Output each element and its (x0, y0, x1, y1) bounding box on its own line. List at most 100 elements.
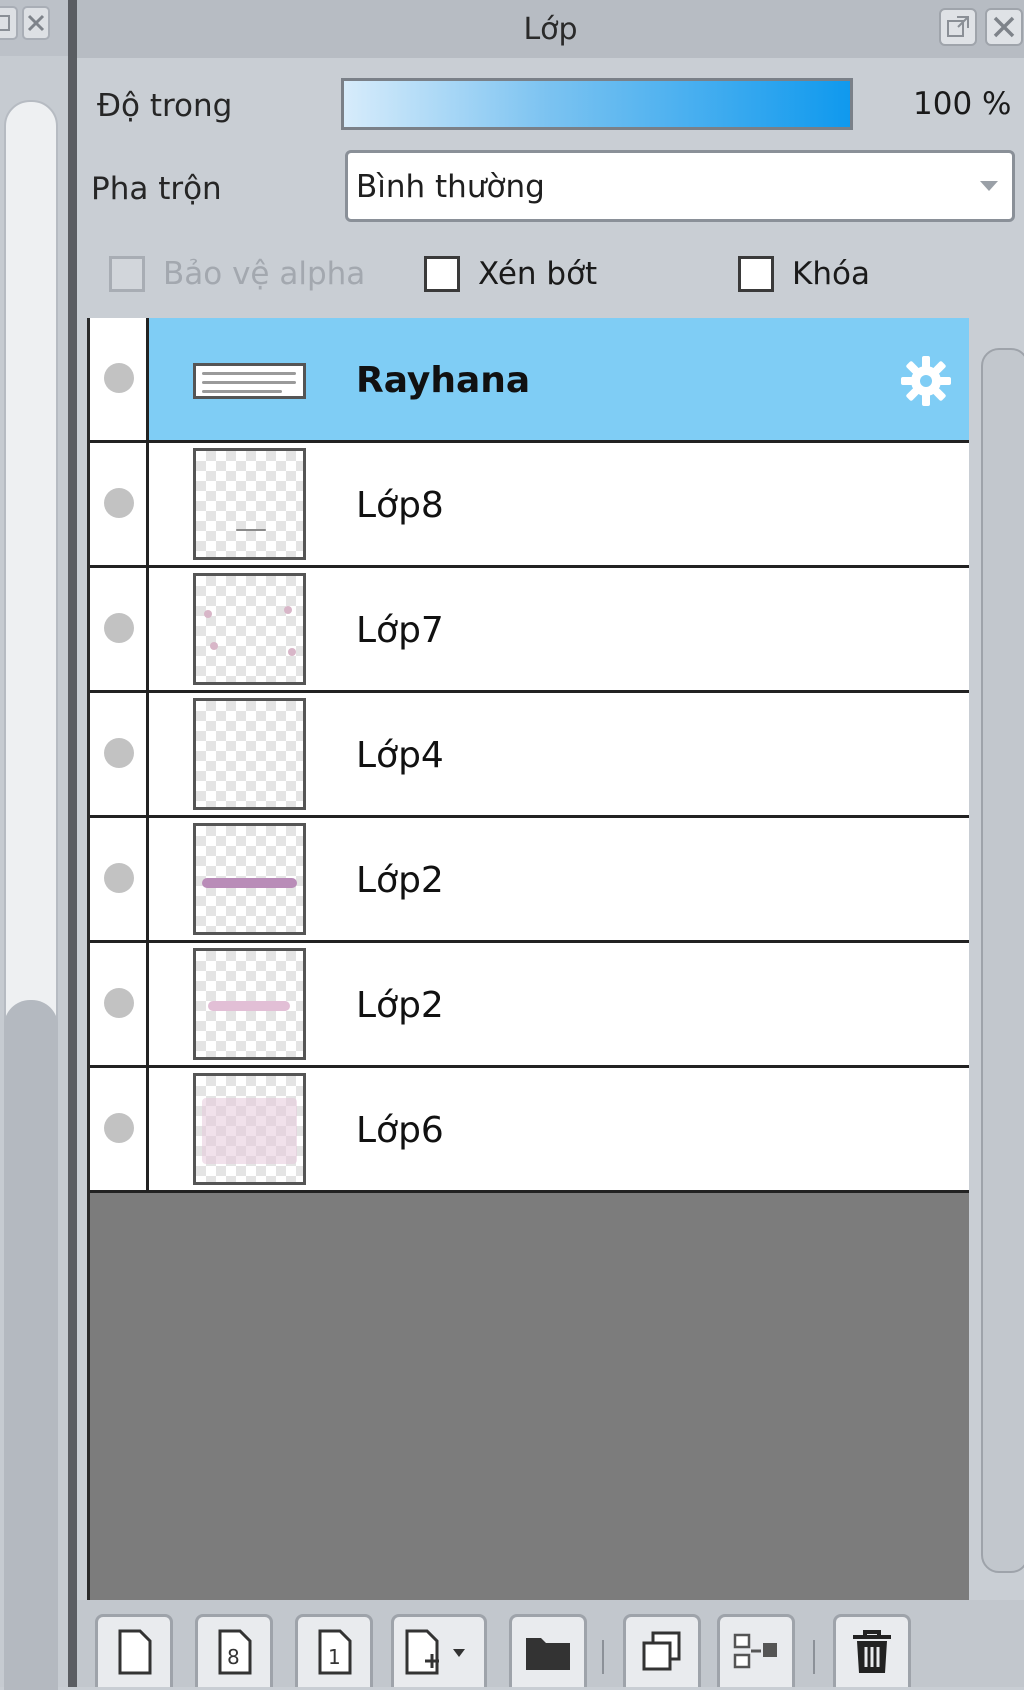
lock-option[interactable]: Khóa (738, 252, 870, 296)
layer-panel-titlebar: Lớp (77, 0, 1024, 58)
chevron-down-icon (980, 181, 998, 191)
new-8bit-layer-button[interactable]: 8 (195, 1614, 273, 1687)
layer-panel: Lớp Độ trong 100 % Pha trộn Bình thường … (77, 0, 1024, 1687)
protect-alpha-label: Bảo vệ alpha (163, 256, 366, 292)
thumbnail-text-stroke (202, 381, 296, 384)
visibility-cell[interactable] (90, 818, 149, 940)
layer-thumbnail (193, 948, 306, 1060)
duplicate-icon (642, 1631, 681, 1671)
blend-mode-label: Pha trộn (91, 171, 222, 207)
new-layer-1bit-icon: 1 (318, 1629, 352, 1675)
layer-name: Rayhana (356, 360, 531, 401)
toolbar-separator (813, 1640, 815, 1674)
new-layer-8bit-icon: 8 (218, 1629, 252, 1675)
layer-list: Rayhana Lớp8 Lớp7 Lớp4 Lớp2 Lớp2 Lớp6 (87, 318, 969, 1600)
scroll-thumb[interactable] (981, 348, 1024, 1573)
visibility-cell[interactable] (90, 443, 149, 565)
layer-name: Lớp4 (356, 735, 444, 776)
visibility-toggle-icon[interactable] (104, 613, 134, 643)
opacity-slider[interactable] (341, 78, 853, 130)
new-folder-button[interactable] (509, 1614, 587, 1687)
new-layer-menu-button[interactable] (391, 1614, 487, 1687)
left-panel-popout-button[interactable] (0, 6, 18, 40)
protect-alpha-checkbox (109, 256, 145, 292)
visibility-toggle-icon[interactable] (104, 488, 134, 518)
visibility-cell[interactable] (90, 693, 149, 815)
protect-alpha-option: Bảo vệ alpha (109, 252, 365, 296)
layer-row[interactable]: Lớp7 (90, 568, 969, 693)
new-page-icon (118, 1629, 152, 1675)
visibility-cell[interactable] (90, 943, 149, 1065)
visibility-toggle-icon[interactable] (104, 363, 134, 393)
blend-mode-select[interactable]: Bình thường (345, 150, 1015, 222)
layer-name: Lớp2 (356, 985, 444, 1026)
layer-thumbnail (193, 1073, 306, 1185)
layer-row[interactable]: Lớp4 (90, 693, 969, 818)
popout-icon (947, 16, 969, 37)
clipping-option[interactable]: Xén bớt (424, 252, 597, 296)
visibility-cell[interactable] (90, 1068, 149, 1190)
thumbnail-stroke (236, 529, 266, 531)
layer-row[interactable]: Lớp2 (90, 943, 969, 1068)
delete-layer-button[interactable] (833, 1614, 911, 1687)
visibility-toggle-icon[interactable] (104, 738, 134, 768)
layer-name: Lớp6 (356, 1110, 444, 1151)
thumbnail-stroke (204, 610, 212, 618)
layer-thumbnail (193, 823, 306, 935)
opacity-label: Độ trong (97, 88, 233, 124)
layer-thumbnail (193, 698, 306, 810)
gear-icon[interactable] (897, 352, 955, 410)
layer-row[interactable]: Lớp8 (90, 443, 969, 568)
left-panel-scroll-thumb[interactable] (4, 1000, 58, 1690)
lock-checkbox[interactable] (738, 256, 774, 292)
new-1bit-layer-button[interactable]: 1 (295, 1614, 373, 1687)
left-panel-close-button[interactable] (22, 6, 50, 40)
close-icon (993, 16, 1015, 38)
thumbnail-text-stroke (202, 372, 296, 375)
layer-thumbnail (193, 448, 306, 560)
layer-name: Lớp7 (356, 610, 444, 651)
thumbnail-stroke (202, 1098, 297, 1164)
visibility-cell[interactable] (90, 318, 149, 440)
blend-mode-value: Bình thường (356, 169, 545, 205)
thumbnail-stroke (202, 878, 297, 888)
panel-title: Lớp (523, 12, 578, 47)
layer-row[interactable]: Lớp2 (90, 818, 969, 943)
layer-row[interactable]: Rayhana (90, 318, 969, 443)
left-panel (0, 0, 68, 1690)
duplicate-layer-button[interactable] (623, 1614, 701, 1687)
new-layer-button[interactable] (95, 1614, 173, 1687)
thumbnail-stroke (284, 606, 292, 614)
trash-icon (853, 1630, 891, 1673)
toolbar-separator (602, 1640, 604, 1674)
layer-toolbar: 8 1 (77, 1600, 1024, 1687)
clipping-checkbox[interactable] (424, 256, 460, 292)
clipping-label: Xén bớt (478, 256, 598, 292)
visibility-toggle-icon[interactable] (104, 863, 134, 893)
layer-thumbnail (193, 573, 306, 685)
visibility-cell[interactable] (90, 568, 149, 690)
svg-text:1: 1 (328, 1645, 341, 1669)
left-panel-header (0, 0, 68, 56)
thumbnail-text-stroke (202, 390, 282, 393)
thumbnail-stroke (210, 642, 218, 650)
layer-list-scrollbar[interactable] (973, 318, 1024, 1600)
lock-label: Khóa (792, 256, 870, 292)
opacity-value: 100 % (913, 86, 1012, 122)
popout-button[interactable] (939, 8, 977, 46)
new-layer-dropdown-icon (405, 1629, 465, 1675)
layer-name: Lớp8 (356, 485, 444, 526)
close-button[interactable] (985, 8, 1023, 46)
panel-splitter[interactable] (68, 0, 77, 1687)
close-icon (27, 14, 45, 32)
layer-thumbnail (193, 363, 306, 399)
svg-text:8: 8 (227, 1645, 240, 1669)
popout-icon (0, 15, 10, 31)
layer-name: Lớp2 (356, 860, 444, 901)
visibility-toggle-icon[interactable] (104, 1113, 134, 1143)
layer-row[interactable]: Lớp6 (90, 1068, 969, 1193)
folder-icon (526, 1638, 570, 1670)
merge-layer-button[interactable] (717, 1614, 795, 1687)
merge-down-icon (733, 1633, 777, 1669)
visibility-toggle-icon[interactable] (104, 988, 134, 1018)
